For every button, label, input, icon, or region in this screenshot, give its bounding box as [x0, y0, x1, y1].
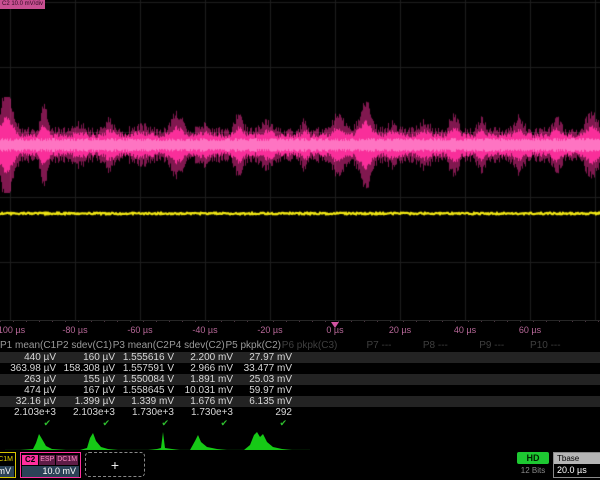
waveform-canvas: [0, 0, 600, 320]
channel-c1-descriptor[interactable]: DC1M 50.0 mV: [0, 452, 16, 478]
measurement-value: 1.730e+3: [118, 407, 177, 418]
status-check-icon: ✔: [0, 418, 59, 429]
measurement-value: 1.730e+3: [177, 407, 236, 418]
measurement-value: 474 µV: [0, 385, 59, 396]
status-check-icon: ✔: [236, 418, 295, 429]
measurement-value: 2.103e+3: [59, 407, 118, 418]
time-axis: -100 µs-80 µs-60 µs-40 µs-20 µs0 µs20 µs…: [0, 320, 600, 340]
measurement-value: 1.555616 V: [118, 352, 177, 363]
c2-esp-badge: ESP: [39, 455, 55, 465]
measurement-rows: 440 µV160 µV1.555616 V2.200 mV27.97 mV36…: [0, 352, 600, 418]
measurement-row: 363.98 µV158.308 µV1.557591 V2.966 mV33.…: [0, 363, 600, 374]
time-axis-label: -40 µs: [192, 325, 217, 335]
measurement-value: 1.399 µV: [59, 396, 118, 407]
measurement-value: 2.966 mV: [177, 363, 236, 374]
param-header-inactive[interactable]: P8 ---: [395, 340, 451, 352]
histicon-p5: [244, 432, 292, 450]
time-axis-label: 60 µs: [519, 325, 541, 335]
c2-coupling-badge: DC1M: [56, 455, 78, 465]
status-check-icon: ✔: [59, 418, 118, 429]
histicon-p3: [148, 432, 180, 450]
measurement-row: 440 µV160 µV1.555616 V2.200 mV27.97 mV: [0, 352, 600, 363]
measurement-value: 1.550084 V: [118, 374, 177, 385]
time-axis-label: 40 µs: [454, 325, 476, 335]
add-trace-button[interactable]: +: [85, 452, 145, 477]
measurement-row: 2.103e+32.103e+31.730e+31.730e+3292: [0, 407, 600, 418]
measurement-value: 6.135 mV: [236, 396, 295, 407]
measurement-value: 32.16 µV: [0, 396, 59, 407]
measurement-value: 1.339 mV: [118, 396, 177, 407]
measurement-value: 158.308 µV: [59, 363, 118, 374]
measurement-value: 59.97 mV: [236, 385, 295, 396]
measurement-table[interactable]: P1 mean(C1)P2 sdev(C1)P3 mean(C2)P4 sdev…: [0, 340, 600, 429]
measurement-value: 2.103e+3: [0, 407, 59, 418]
time-axis-label: -80 µs: [62, 325, 87, 335]
param-header-inactive[interactable]: P7 ---: [338, 340, 394, 352]
measurement-row: 32.16 µV1.399 µV1.339 mV1.676 mV6.135 mV: [0, 396, 600, 407]
c2-volts-per-div: 10.0 mV: [22, 466, 79, 477]
timebase-value: 20.0 µs: [554, 464, 600, 477]
param-header[interactable]: P4 sdev(C2): [169, 340, 225, 352]
time-axis-label: -60 µs: [127, 325, 152, 335]
measurement-value: 33.477 mV: [236, 363, 295, 374]
time-axis-label: 20 µs: [389, 325, 411, 335]
measurement-value: 363.98 µV: [0, 363, 59, 374]
measurement-header-row: P1 mean(C1)P2 sdev(C1)P3 mean(C2)P4 sdev…: [0, 340, 600, 352]
waveform-grid[interactable]: C2 10.0 mV/div: [0, 0, 600, 320]
c2-channel-chip: C2: [22, 455, 38, 465]
measurement-value: 1.558645 V: [118, 385, 177, 396]
measurement-value: 27.97 mV: [236, 352, 295, 363]
param-header-inactive[interactable]: P11: [564, 340, 600, 352]
measurement-value: 155 µV: [59, 374, 118, 385]
param-header[interactable]: P1 mean(C1): [0, 340, 56, 352]
timebase-title: Tbase: [554, 453, 600, 464]
status-check-icon: ✔: [177, 418, 236, 429]
param-header-inactive[interactable]: P10 ---: [507, 340, 563, 352]
param-header[interactable]: P3 mean(C2): [113, 340, 169, 352]
measurement-value: 10.031 mV: [177, 385, 236, 396]
oscilloscope-screen: C2 10.0 mV/div -100 µs -80 µs -60 µs -40 µs…: [0, 0, 600, 480]
histicon-p2: [80, 433, 118, 450]
measurement-value: 1.891 mV: [177, 374, 236, 385]
param-header[interactable]: P2 sdev(C1): [56, 340, 112, 352]
measurement-row: 474 µV167 µV1.558645 V10.031 mV59.97 mV: [0, 385, 600, 396]
measurement-value: 440 µV: [0, 352, 59, 363]
channel-c2-descriptor[interactable]: C2 ESP DC1M 10.0 mV: [20, 452, 81, 478]
measurement-value: 160 µV: [59, 352, 118, 363]
status-check-icon: ✔: [118, 418, 177, 429]
measurement-status-row: ✔✔✔✔✔: [0, 418, 600, 429]
c1-coupling-badge: DC1M: [0, 455, 14, 465]
time-axis-label: -20 µs: [257, 325, 282, 335]
trace-label[interactable]: C2 10.0 mV/div: [0, 0, 45, 9]
time-axis-label: -100 µs: [0, 325, 25, 335]
measurement-value: 2.200 mV: [177, 352, 236, 363]
measurement-value: 167 µV: [59, 385, 118, 396]
param-header-inactive[interactable]: P9 ---: [451, 340, 507, 352]
descriptor-bar: DC1M 50.0 mV C2 ESP DC1M 10.0 mV + HD 12…: [0, 450, 600, 480]
hd-mode-badge[interactable]: HD: [517, 452, 549, 464]
bit-resolution-label: 12 Bits: [512, 466, 554, 475]
measurement-value: 25.03 mV: [236, 374, 295, 385]
measurement-row: 263 µV155 µV1.550084 V1.891 mV25.03 mV: [0, 374, 600, 385]
c1-volts-per-div: 50.0 mV: [0, 466, 14, 477]
trigger-position-marker[interactable]: [331, 322, 339, 328]
param-header-inactive[interactable]: P6 pkpk(C3): [282, 340, 338, 352]
histicon-p4: [190, 435, 227, 450]
measurement-value: 292: [236, 407, 295, 418]
measurement-value: 1.557591 V: [118, 363, 177, 374]
param-header[interactable]: P5 pkpk(C2): [225, 340, 281, 352]
histicon-p1: [20, 434, 66, 450]
timebase-descriptor[interactable]: Tbase 20.0 µs: [553, 452, 600, 478]
measurement-value: 1.676 mV: [177, 396, 236, 407]
measurement-value: 263 µV: [0, 374, 59, 385]
